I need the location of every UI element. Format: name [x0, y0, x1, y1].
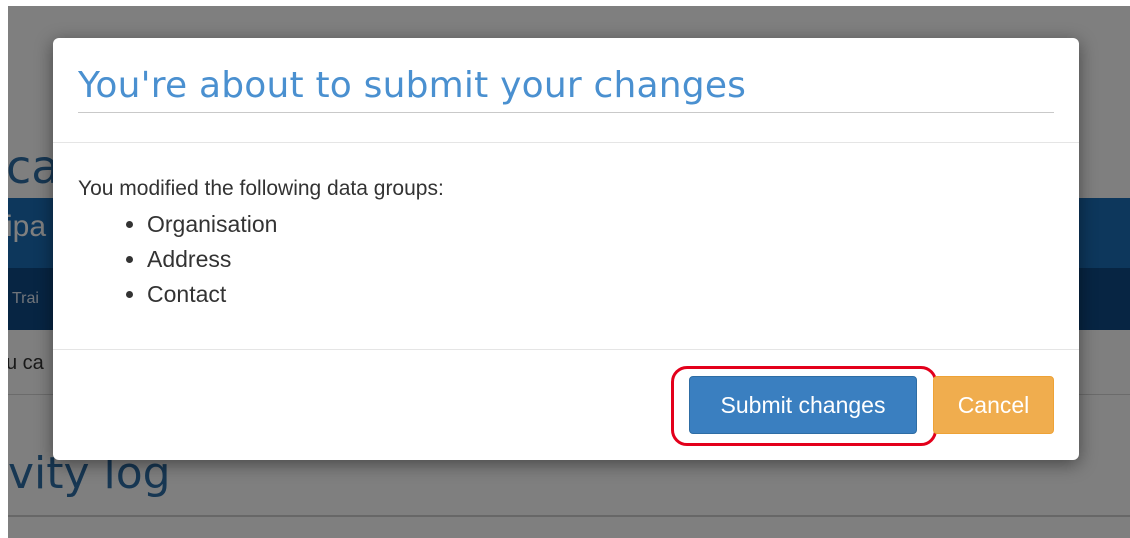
dialog-title: You're about to submit your changes — [78, 65, 747, 106]
cancel-button[interactable]: Cancel — [933, 376, 1054, 434]
submit-changes-dialog: You're about to submit your changes You … — [53, 38, 1079, 460]
list-item: Organisation — [147, 207, 277, 242]
modified-groups-intro: You modified the following data groups: — [78, 177, 444, 200]
dialog-header: You're about to submit your changes — [53, 38, 1079, 143]
modified-groups-list: Organisation Address Contact — [123, 207, 277, 312]
screen: ca ipa Trai u ca vity log You're about t… — [0, 0, 1130, 538]
list-item: Address — [147, 242, 277, 277]
dialog-body: You modified the following data groups: … — [53, 143, 1079, 349]
title-underline — [78, 112, 1054, 113]
list-item: Contact — [147, 277, 277, 312]
submit-changes-button[interactable]: Submit changes — [689, 376, 917, 434]
dialog-footer: Submit changes Cancel — [53, 349, 1079, 461]
